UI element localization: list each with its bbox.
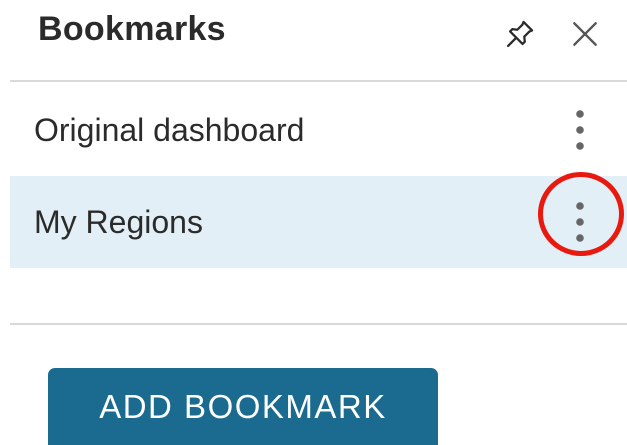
more-vertical-icon [576, 110, 584, 150]
bookmark-item-original-dashboard[interactable]: Original dashboard [10, 84, 627, 176]
close-button[interactable] [565, 14, 605, 54]
bookmark-label: My Regions [34, 203, 203, 240]
header-divider [10, 80, 627, 82]
bookmark-item-my-regions[interactable]: My Regions [10, 176, 627, 268]
list-divider [10, 323, 627, 325]
bookmark-menu-button[interactable] [562, 100, 598, 160]
bookmarks-panel: Bookmarks Original dashboard My Regions … [0, 0, 627, 445]
pin-button[interactable] [500, 14, 540, 54]
add-bookmark-button[interactable]: ADD BOOKMARK [48, 368, 438, 445]
panel-title: Bookmarks [38, 10, 226, 48]
bookmark-list: Original dashboard My Regions [10, 84, 627, 268]
bookmark-menu-button[interactable] [562, 192, 598, 252]
pin-icon [506, 20, 534, 48]
bookmark-label: Original dashboard [34, 111, 305, 148]
panel-header: Bookmarks [0, 0, 627, 80]
more-vertical-icon [576, 202, 584, 242]
close-icon [573, 22, 597, 46]
